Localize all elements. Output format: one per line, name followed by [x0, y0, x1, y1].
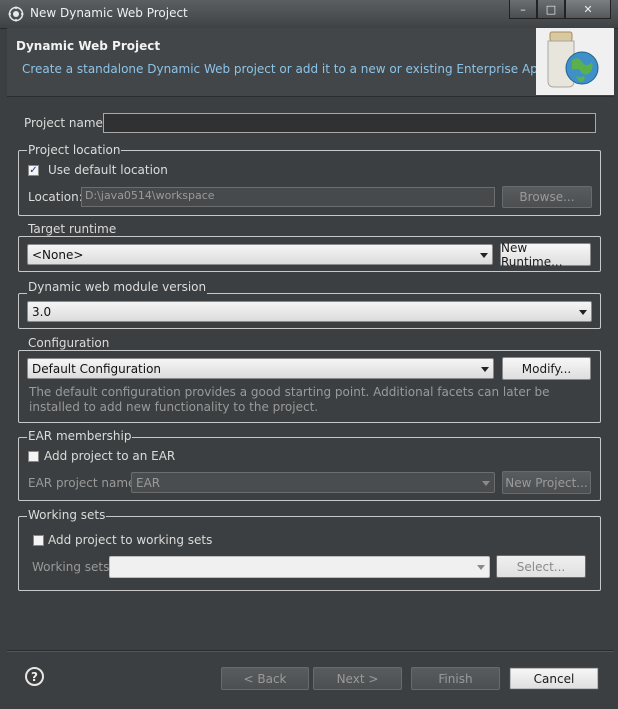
checkmark-icon: ✓	[29, 164, 38, 176]
configuration-description: The default configuration provides a goo…	[29, 385, 550, 414]
ear-membership-title: EAR membership	[27, 429, 133, 443]
close-button[interactable]: ✕	[565, 0, 611, 19]
next-button[interactable]: Next >	[313, 667, 402, 690]
cancel-button[interactable]: Cancel	[509, 667, 599, 690]
ear-project-name-value: EAR	[136, 475, 161, 490]
eclipse-icon	[8, 6, 24, 22]
working-sets-label: Working sets:	[32, 560, 114, 574]
module-version-title: Dynamic web module version	[27, 280, 208, 294]
ear-project-name-label: EAR project name:	[28, 476, 140, 490]
header-description: Create a standalone Dynamic Web project …	[22, 62, 593, 76]
working-sets-select[interactable]	[109, 556, 490, 578]
jar-globe-icon	[547, 31, 599, 88]
add-to-ear-checkbox[interactable]	[28, 451, 39, 462]
use-default-location-checkbox[interactable]: ✓	[28, 165, 39, 176]
title-bar: New Dynamic Web Project – □ ✕	[0, 0, 618, 29]
modify-button[interactable]: Modify...	[502, 357, 591, 380]
browse-button[interactable]: Browse...	[502, 186, 592, 208]
configuration-select[interactable]: Default Configuration	[27, 358, 494, 379]
select-button[interactable]: Select...	[496, 555, 586, 578]
window-title: New Dynamic Web Project	[30, 6, 188, 20]
add-to-ear-label: Add project to an EAR	[44, 449, 176, 463]
new-project-button[interactable]: New Project...	[502, 471, 591, 494]
chevron-down-icon	[480, 252, 488, 258]
new-runtime-button[interactable]: New Runtime...	[500, 241, 591, 269]
project-name-label: Project name:	[24, 116, 107, 130]
target-runtime-value: <None>	[32, 247, 84, 262]
target-runtime-title: Target runtime	[27, 222, 118, 236]
working-sets-group	[18, 516, 601, 591]
help-icon[interactable]: ?	[25, 667, 44, 686]
wizard-header: Dynamic Web Project Create a standalone …	[7, 28, 614, 97]
minimize-button[interactable]: –	[509, 0, 537, 19]
configuration-value: Default Configuration	[32, 361, 162, 376]
location-input[interactable]: D:\java0514\workspace	[81, 187, 495, 207]
module-version-select[interactable]: 3.0	[27, 301, 592, 322]
chevron-down-icon	[579, 309, 587, 315]
wizard-banner-image	[536, 28, 614, 95]
window-controls: – □ ✕	[509, 0, 611, 20]
back-button[interactable]: < Back	[221, 667, 309, 690]
project-location-title: Project location	[27, 143, 122, 157]
ear-project-name-select[interactable]: EAR	[131, 472, 495, 493]
working-sets-title: Working sets	[27, 508, 107, 522]
chevron-down-icon	[477, 565, 485, 570]
finish-button[interactable]: Finish	[411, 667, 500, 690]
configuration-title: Configuration	[27, 336, 111, 350]
header-title: Dynamic Web Project	[16, 39, 161, 53]
module-version-value: 3.0	[32, 304, 52, 319]
use-default-location-label: Use default location	[48, 163, 168, 177]
target-runtime-select[interactable]: <None>	[27, 244, 493, 265]
location-label: Location:	[28, 190, 83, 204]
add-to-working-sets-checkbox[interactable]	[33, 535, 44, 546]
project-name-input[interactable]	[103, 113, 596, 133]
chevron-down-icon	[482, 480, 490, 486]
footer-separator	[7, 650, 614, 652]
add-to-working-sets-label: Add project to working sets	[48, 533, 213, 547]
chevron-down-icon	[481, 366, 489, 372]
maximize-button[interactable]: □	[537, 0, 565, 19]
